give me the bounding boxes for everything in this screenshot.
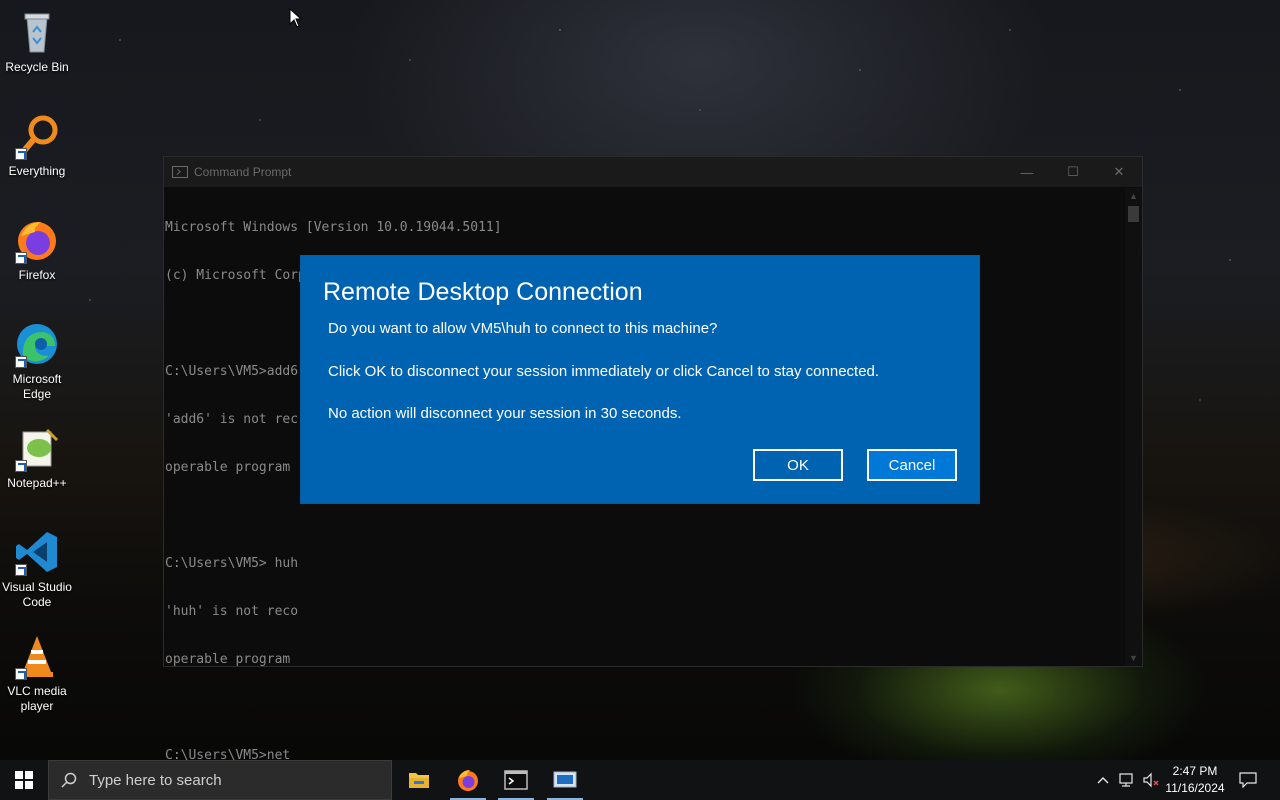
clock-time: 2:47 PM	[1172, 764, 1218, 778]
search-placeholder: Type here to search	[89, 771, 222, 789]
shortcut-arrow-icon	[15, 460, 27, 472]
notification-icon	[1239, 772, 1257, 788]
cmd-title: Command Prompt	[194, 165, 292, 179]
desktop-icon-edge[interactable]: Microsoft Edge	[0, 320, 74, 402]
desktop-icon-label: Visual Studio Code	[2, 580, 72, 609]
dialog-timeout-note: No action will disconnect your session i…	[328, 405, 682, 422]
cmd-line: C:\Users\VM5> huh	[165, 556, 299, 571]
close-button[interactable]: ✕	[1096, 157, 1142, 187]
dialog-title: Remote Desktop Connection	[323, 278, 643, 306]
scroll-up-icon[interactable]: ▲	[1129, 192, 1138, 201]
shortcut-arrow-icon	[15, 668, 27, 680]
command-prompt-icon	[172, 166, 188, 178]
network-tray-button[interactable]	[1116, 760, 1138, 800]
network-icon	[1119, 773, 1133, 787]
start-button[interactable]	[0, 760, 48, 800]
cmd-line	[165, 700, 1124, 716]
remote-desktop-icon	[553, 771, 577, 788]
clock-date: 11/16/2024	[1165, 781, 1225, 795]
command-prompt-icon	[504, 770, 528, 790]
taskbar-file-explorer[interactable]	[395, 760, 443, 800]
taskbar-firefox[interactable]	[444, 760, 492, 800]
remote-desktop-dialog[interactable]: Remote Desktop Connection Do you want to…	[300, 255, 980, 504]
desktop-icon-label: Notepad++	[7, 476, 67, 490]
search-icon	[49, 772, 89, 788]
cmd-titlebar[interactable]: Command Prompt — ☐ ✕	[164, 157, 1142, 187]
desktop-icon-label: Firefox	[18, 268, 56, 282]
chevron-up-icon	[1097, 777, 1109, 784]
desktop-icon-label: Recycle Bin	[5, 60, 69, 74]
file-explorer-icon	[409, 773, 429, 788]
desktop-icon-firefox[interactable]: Firefox	[0, 216, 74, 283]
taskbar-remote-desktop[interactable]	[541, 760, 589, 800]
desktop-icon-label: Everything	[8, 164, 66, 178]
cancel-button[interactable]: Cancel	[867, 449, 957, 481]
ok-button[interactable]: OK	[753, 449, 843, 481]
shortcut-arrow-icon	[15, 564, 27, 576]
volume-muted-icon	[1143, 772, 1159, 788]
cmd-scrollbar[interactable]: ▲ ▼	[1125, 188, 1142, 666]
vlc-icon	[13, 632, 61, 680]
desktop-icon-label: VLC media player	[7, 684, 67, 713]
windows-logo-icon	[15, 771, 33, 789]
taskbar-command-prompt[interactable]	[492, 760, 540, 800]
shortcut-arrow-icon	[15, 356, 27, 368]
desktop-icon-label: Microsoft Edge	[12, 372, 62, 401]
notepadpp-icon	[13, 424, 61, 472]
taskbar-clock[interactable]: 2:47 PM 11/16/2024	[1160, 763, 1230, 797]
cmd-line	[165, 508, 1124, 524]
scroll-down-icon[interactable]: ▼	[1129, 654, 1138, 663]
firefox-icon	[13, 216, 61, 264]
cmd-line: Microsoft Windows [Version 10.0.19044.50…	[165, 220, 502, 235]
action-center-button[interactable]	[1234, 760, 1262, 800]
dialog-question: Do you want to allow VM5\huh to connect …	[328, 320, 718, 337]
firefox-icon	[458, 770, 478, 791]
desktop-icon-everything[interactable]: Everything	[0, 112, 74, 179]
shortcut-arrow-icon	[15, 252, 27, 264]
desktop-icon-recycle-bin[interactable]: Recycle Bin	[0, 8, 74, 75]
shortcut-arrow-icon	[15, 148, 27, 160]
minimize-button[interactable]: —	[1004, 157, 1050, 187]
dialog-instruction: Click OK to disconnect your session imme…	[328, 363, 880, 380]
taskbar-search-box[interactable]: Type here to search	[48, 760, 392, 800]
cmd-line: operable program	[165, 652, 291, 667]
show-hidden-icons-button[interactable]	[1092, 760, 1114, 800]
everything-search-icon	[13, 112, 61, 160]
mouse-cursor-icon	[289, 8, 303, 28]
vscode-icon	[13, 528, 61, 576]
maximize-button[interactable]: ☐	[1050, 157, 1096, 187]
desktop-icon-vscode[interactable]: Visual Studio Code	[0, 528, 74, 610]
taskbar: Type here to search 2:47 PM 11/16/2024	[0, 760, 1280, 800]
recycle-bin-icon	[13, 8, 61, 56]
volume-tray-button[interactable]	[1140, 760, 1162, 800]
cmd-line: 'huh' is not reco	[165, 604, 299, 619]
edge-icon	[13, 320, 61, 368]
desktop-icon-vlc[interactable]: VLC media player	[0, 632, 74, 714]
scroll-thumb[interactable]	[1128, 206, 1139, 222]
desktop-icon-notepadpp[interactable]: Notepad++	[0, 424, 74, 491]
